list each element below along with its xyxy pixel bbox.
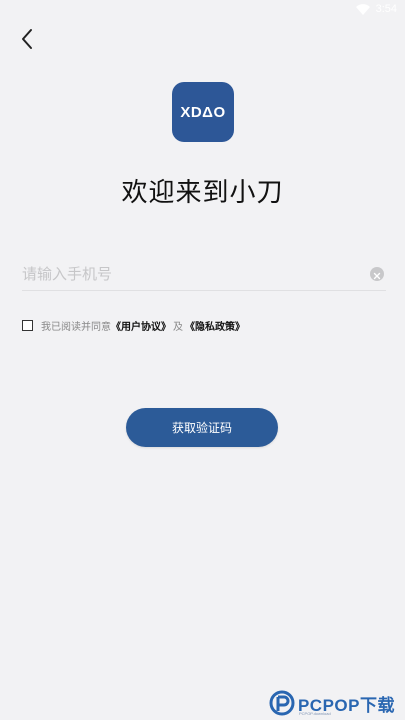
page-title: 欢迎来到小刀 <box>121 178 284 208</box>
watermark: PCPOP下载 PCPOP.download <box>269 690 395 716</box>
pcpop-logo-icon <box>269 690 295 716</box>
chevron-left-icon <box>20 28 34 54</box>
app-logo-text: XDΔO <box>180 103 226 121</box>
phone-input[interactable] <box>22 259 370 289</box>
user-agreement-link[interactable]: 《用户协议》 <box>111 318 171 333</box>
agreement-row: 我已阅读并同意 《用户协议》 及 《隐私政策》 <box>22 318 245 333</box>
phone-field <box>22 258 386 291</box>
status-time: 3:54 <box>375 3 397 15</box>
privacy-policy-link[interactable]: 《隐私政策》 <box>185 318 245 333</box>
get-code-button[interactable]: 获取验证码 <box>126 408 278 447</box>
agreement-prefix: 我已阅读并同意 <box>41 322 111 333</box>
status-bar: 3:54 <box>0 0 405 22</box>
clear-circle-icon <box>373 265 381 284</box>
status-icons: 3:54 <box>355 3 397 15</box>
agreement-connector: 及 <box>173 322 183 333</box>
clear-button[interactable] <box>370 267 384 281</box>
back-button[interactable] <box>14 28 40 54</box>
watermark-sub: PCPOP.download <box>298 711 331 716</box>
app-logo: XDΔO <box>172 82 234 142</box>
wifi-icon <box>355 3 370 15</box>
agreement-checkbox[interactable] <box>22 320 33 331</box>
